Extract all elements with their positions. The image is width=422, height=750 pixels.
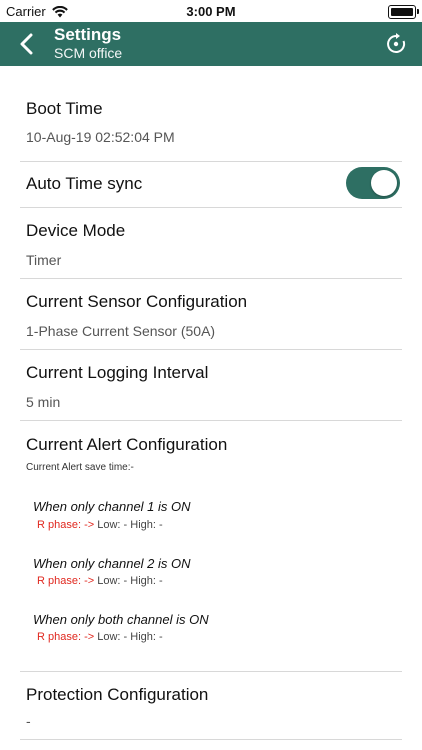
- back-button[interactable]: [12, 28, 40, 60]
- phase-range: Low: - High: -: [97, 575, 163, 587]
- divider: [20, 349, 402, 350]
- channel-values: R phase: -> Low: - High: -: [37, 575, 163, 587]
- logging-interval-value: 5 min: [26, 394, 61, 410]
- battery-icon: [388, 5, 419, 19]
- channel-title: When only channel 1 is ON: [33, 499, 191, 514]
- divider: [20, 739, 402, 740]
- current-sensor-label: Current Sensor Configuration: [26, 292, 248, 311]
- page-subtitle: SCM office: [54, 45, 123, 61]
- device-mode-label: Device Mode: [26, 221, 126, 240]
- alert-config-label: Current Alert Configuration: [26, 435, 228, 454]
- protection-config-value: -: [26, 713, 31, 729]
- phase-label: R phase: ->: [37, 519, 95, 531]
- page-title: Settings: [54, 25, 122, 44]
- divider: [20, 278, 402, 279]
- boot-time-label: Boot Time: [26, 99, 103, 118]
- phase-range: Low: - High: -: [97, 631, 163, 643]
- boot-time-value: 10-Aug-19 02:52:04 PM: [26, 129, 175, 145]
- divider: [20, 207, 402, 208]
- channel-values: R phase: -> Low: - High: -: [37, 631, 163, 643]
- alert-save-time: Current Alert save time:-: [26, 462, 134, 473]
- auto-time-sync-label: Auto Time sync: [26, 174, 143, 193]
- auto-time-sync-toggle[interactable]: [346, 167, 400, 199]
- phase-label: R phase: ->: [37, 575, 95, 587]
- channel-title: When only both channel is ON: [33, 612, 209, 627]
- current-sensor-value: 1-Phase Current Sensor (50A): [26, 323, 216, 339]
- divider: [20, 420, 402, 421]
- channel-values: R phase: -> Low: - High: -: [37, 519, 163, 531]
- refresh-icon: [387, 33, 406, 53]
- channel-title: When only channel 2 is ON: [33, 556, 191, 571]
- divider: [20, 161, 402, 162]
- divider: [20, 671, 402, 672]
- status-bar: Carrier 3:00 PM: [0, 0, 422, 22]
- nav-bar: Settings SCM office: [0, 22, 422, 66]
- status-time: 3:00 PM: [186, 4, 236, 19]
- device-mode-value: Timer: [26, 252, 62, 268]
- phase-range: Low: - High: -: [97, 519, 163, 531]
- refresh-button[interactable]: [382, 30, 410, 58]
- phase-label: R phase: ->: [37, 631, 95, 643]
- toggle-knob: [371, 170, 397, 196]
- protection-config-label: Protection Configuration: [26, 685, 209, 704]
- chevron-left-icon: [20, 33, 33, 55]
- logging-interval-label: Current Logging Interval: [26, 363, 209, 382]
- settings-list: Boot Time 10-Aug-19 02:52:04 PM Auto Tim…: [0, 66, 422, 750]
